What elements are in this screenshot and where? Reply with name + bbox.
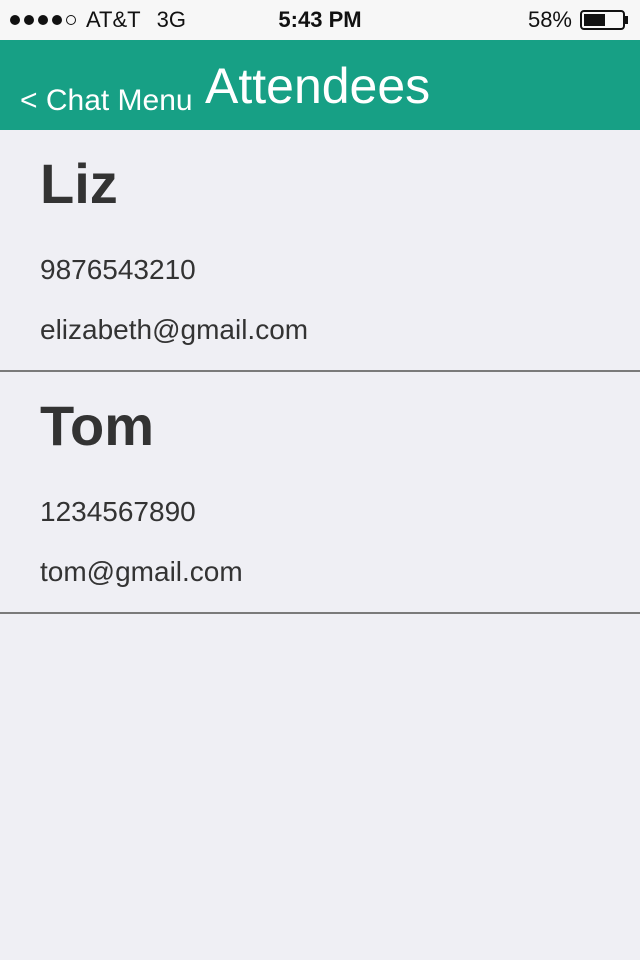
attendee-phone[interactable]: 9876543210: [40, 252, 196, 288]
signal-dot-empty: [66, 15, 76, 25]
signal-dot: [38, 15, 48, 25]
attendee-email[interactable]: elizabeth@gmail.com: [40, 312, 308, 348]
attendee-phone[interactable]: 1234567890: [40, 494, 196, 530]
signal-dot: [24, 15, 34, 25]
attendee-name: Liz: [40, 152, 118, 215]
carrier-name: AT&T: [86, 7, 141, 32]
back-to-chat-menu-button[interactable]: < Chat Menu: [20, 78, 193, 124]
signal-dot: [10, 15, 20, 25]
attendee-list: Liz 9876543210 elizabeth@gmail.com Tom 1…: [0, 130, 640, 614]
battery-percent: 58%: [527, 7, 572, 32]
attendee-name: Tom: [40, 394, 155, 457]
status-bar: AT&T 3G 5:43 PM 58%: [0, 0, 640, 40]
status-left: AT&T 3G: [10, 0, 186, 40]
navigation-bar: < Chat Menu Attendees: [0, 40, 640, 130]
signal-strength-icon: [10, 15, 76, 25]
battery-icon: [580, 9, 630, 31]
page-title: Attendees: [205, 58, 431, 114]
attendee-email[interactable]: tom@gmail.com: [40, 554, 243, 590]
attendee-row[interactable]: Tom 1234567890 tom@gmail.com: [0, 372, 640, 614]
attendee-row[interactable]: Liz 9876543210 elizabeth@gmail.com: [0, 130, 640, 372]
status-right: 58%: [528, 0, 630, 40]
network-type: 3G: [156, 7, 186, 32]
signal-dot: [52, 15, 62, 25]
